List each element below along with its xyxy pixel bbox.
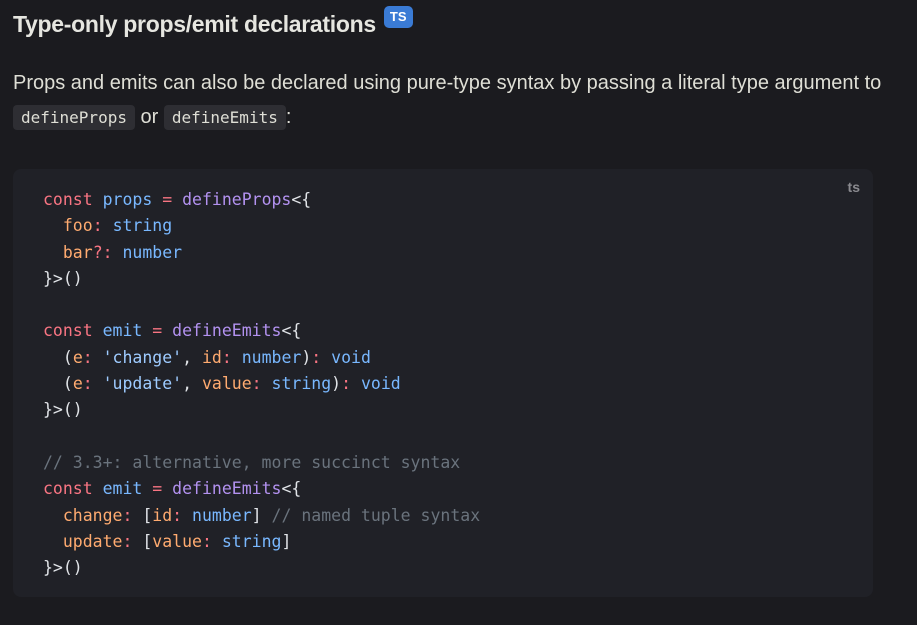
function-name: defineEmits: [172, 479, 282, 499]
punctuation: }>(): [43, 268, 83, 288]
parameter: e: [72, 374, 83, 394]
type: number: [122, 242, 183, 262]
type: void: [360, 374, 401, 394]
type: void: [331, 347, 371, 367]
type: string: [112, 216, 173, 236]
property: change: [62, 505, 123, 525]
comment: // named tuple syntax: [271, 505, 481, 525]
code-line: }>(): [43, 555, 480, 581]
function-name: defineEmits: [172, 321, 282, 341]
type: number: [192, 505, 252, 525]
string-literal: 'change': [102, 347, 183, 367]
section-heading: Type-only props/emit declarations TS: [13, 6, 413, 42]
parameter: e: [72, 347, 83, 367]
paragraph-or: or: [134, 106, 164, 128]
type: number: [241, 347, 302, 367]
code-line: const emit = defineEmits<{: [43, 476, 480, 502]
code-line: change: [id: number] // named tuple synt…: [62, 505, 481, 525]
keyword: const: [43, 190, 93, 209]
code-block: ts const props = defineProps<{ foo: stri…: [13, 169, 873, 597]
code-line: }>(): [43, 266, 480, 292]
code-line: update: [value: string]: [62, 531, 292, 551]
operator: =: [142, 479, 173, 499]
paragraph-colon: :: [285, 106, 292, 128]
property: bar: [62, 242, 93, 262]
paragraph-text: Props and emits can also be declared usi…: [13, 72, 882, 94]
define-emits-code: defineEmits: [163, 105, 286, 130]
define-props-code: defineProps: [13, 105, 135, 130]
string-literal: 'update': [102, 374, 183, 394]
code-line: bar?: number: [62, 242, 183, 262]
type: string: [271, 374, 332, 394]
code-line: // 3.3+: alternative, more succinct synt…: [43, 450, 480, 476]
function-name: defineProps: [182, 190, 292, 209]
identifier: props: [102, 190, 153, 209]
keyword: const: [43, 479, 93, 499]
code-line: }>(): [43, 397, 480, 423]
operator: =: [142, 321, 173, 341]
code-line: foo: string: [62, 216, 173, 236]
code-line: const emit = defineEmits<{: [43, 318, 480, 344]
punctuation: }>(): [43, 400, 83, 420]
description-paragraph: Props and emits can also be declared usi…: [13, 66, 893, 135]
punctuation: <{: [281, 321, 302, 341]
keyword: const: [43, 321, 93, 341]
ts-badge: TS: [383, 6, 413, 28]
identifier: emit: [102, 321, 143, 341]
parameter: value: [201, 374, 252, 394]
page-title: Type-only props/emit declarations: [13, 11, 376, 37]
type: string: [221, 531, 282, 551]
code-line: (e: 'update', value: string): void: [62, 374, 401, 394]
punctuation: }>(): [43, 558, 83, 578]
property: update: [62, 531, 123, 551]
punctuation: <{: [291, 190, 312, 209]
code-line: (e: 'change', id: number): void: [62, 347, 371, 367]
parameter: id: [201, 347, 222, 367]
parameter: value: [152, 531, 202, 551]
code-content: const props = defineProps<{ foo: string …: [43, 187, 480, 581]
property: foo: [62, 216, 93, 236]
operator: =: [152, 190, 183, 209]
parameter: id: [152, 505, 173, 525]
identifier: emit: [102, 479, 143, 499]
comment: // 3.3+: alternative, more succinct synt…: [43, 452, 461, 472]
language-label: ts: [847, 179, 860, 195]
code-line: const props = defineProps<{: [43, 187, 480, 213]
punctuation: <{: [281, 479, 302, 499]
